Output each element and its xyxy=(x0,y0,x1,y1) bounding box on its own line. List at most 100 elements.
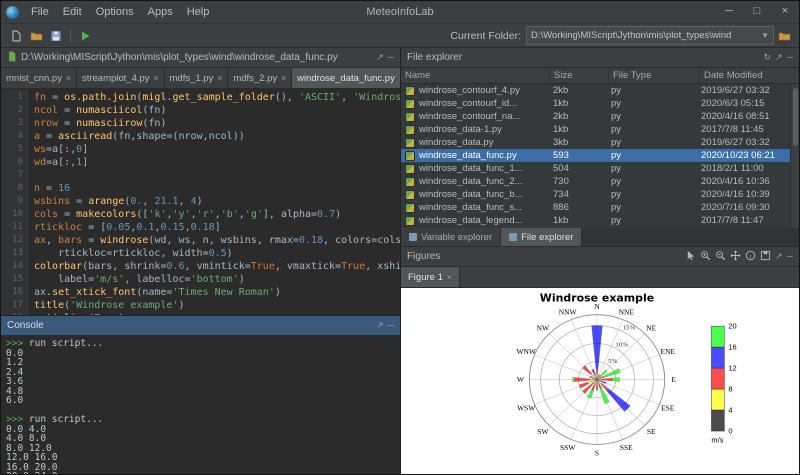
file-name: windrose_data-1.py xyxy=(419,124,502,135)
column-header-datemodified[interactable]: Date Modified xyxy=(700,68,799,83)
current-folder-combobox[interactable]: D:\Working\MIScript\Jython\mis\plot_type… xyxy=(526,26,774,45)
console-line: 6.0 xyxy=(6,396,395,406)
code-token: windrose xyxy=(100,235,148,246)
code-token: wsbins xyxy=(34,196,70,207)
pan-icon[interactable] xyxy=(730,250,741,263)
meteoinfolab-window: FileEditOptionsAppsHelp MeteoInfoLab ─ □… xyxy=(0,0,800,475)
window-controls: ─ □ × xyxy=(715,1,799,23)
float-panel-icon[interactable]: ↗ xyxy=(376,48,384,67)
zoom-out-icon[interactable] xyxy=(715,250,726,263)
code-token: True xyxy=(341,261,365,272)
file-table-row[interactable]: windrose_contourf_na...2kbpy2020/4/16 08… xyxy=(401,110,791,123)
editor-tab[interactable]: mdfs_2.py× xyxy=(228,68,292,88)
code-token: , vmintick= xyxy=(185,261,251,272)
chart-text: 4 xyxy=(728,406,732,415)
browse-folder-icon[interactable] xyxy=(775,27,793,45)
refresh-icon[interactable]: ↻ xyxy=(764,48,772,67)
menu-edit[interactable]: Edit xyxy=(56,1,89,23)
file-table-scrollbar[interactable] xyxy=(790,84,799,228)
python-file-icon xyxy=(405,86,415,96)
code-editor[interactable]: 123456789101112131415161718 fn = os.path… xyxy=(1,89,400,315)
file-table-row[interactable]: windrose_data.py3kbpy2019/6/27 03:32 xyxy=(401,136,791,149)
tab-close-icon[interactable]: × xyxy=(281,73,286,83)
file-table-row[interactable]: windrose_contourf_id...1kbpy2020/6/3 05:… xyxy=(401,97,791,110)
code-token: , vmaxtick= xyxy=(275,261,341,272)
code-token: = xyxy=(40,183,58,194)
minimize-panel-icon[interactable]: ─ xyxy=(388,316,394,335)
minimize-panel-icon[interactable]: ─ xyxy=(787,48,793,67)
figure-canvas[interactable]: Windrose exampleNNNENEENEEESESESSESSSWSW… xyxy=(401,288,799,474)
save-figure-icon[interactable] xyxy=(760,250,771,263)
code-token: set_xtick_font xyxy=(52,287,136,298)
zoom-in-icon[interactable] xyxy=(700,250,711,263)
tab-close-icon[interactable]: × xyxy=(447,272,452,282)
editor-tab[interactable]: windrose_data_func.py× xyxy=(292,68,400,88)
file-table-row[interactable]: windrose_data_func_2...730py2020/4/16 10… xyxy=(401,175,791,188)
minimize-panel-icon[interactable]: ─ xyxy=(787,247,793,266)
tab-icon xyxy=(409,233,417,241)
editor-tab[interactable]: mdfs_1.py× xyxy=(165,68,229,88)
menu-apps[interactable]: Apps xyxy=(141,1,180,23)
menu-file[interactable]: File xyxy=(24,1,56,23)
tab-close-icon[interactable]: × xyxy=(66,73,71,83)
editor-tab[interactable]: streamplot_4.py× xyxy=(77,68,165,88)
file-table-row[interactable]: windrose_data_func_b...734py2020/4/16 10… xyxy=(401,188,791,201)
minimize-panel-icon[interactable]: ─ xyxy=(388,48,394,67)
line-number: 15 xyxy=(1,273,23,286)
column-header-name[interactable]: Name xyxy=(401,68,550,83)
main-toolbar: Current Folder: D:\Working\MIScript\Jyth… xyxy=(1,24,799,48)
editor-tab[interactable]: mnist_cnn.py× xyxy=(1,68,77,88)
code-line: ws=a[:,0] xyxy=(34,143,400,156)
tab-close-icon[interactable]: × xyxy=(154,73,159,83)
code-token: 21.1 xyxy=(154,196,178,207)
line-number: 16 xyxy=(1,286,23,299)
file-name-cell: windrose_data.py xyxy=(401,137,549,148)
file-table-row[interactable]: windrose_data-1.py1kbpy2017/7/8 11:45 xyxy=(401,123,791,136)
line-number: 7 xyxy=(1,169,23,182)
column-header-size[interactable]: Size xyxy=(550,68,609,83)
editor-code[interactable]: fn = os.path.join(migl.get_sample_folder… xyxy=(28,89,400,315)
console-output[interactable]: >>> run script...0.01.22.43.64.86.0 >>> … xyxy=(1,336,400,474)
identify-icon[interactable]: i xyxy=(745,250,756,263)
close-button[interactable]: × xyxy=(771,1,799,23)
figure-tabbar: Figure 1 × xyxy=(401,267,799,288)
code-token: nrow xyxy=(34,118,58,129)
float-panel-icon[interactable]: ↗ xyxy=(775,48,783,67)
tab-file-explorer[interactable]: File explorer xyxy=(501,228,582,246)
float-panel-icon[interactable]: ↗ xyxy=(775,247,783,266)
file-table-row[interactable]: windrose_data_legend...1kbpy2017/7/8 11:… xyxy=(401,214,791,227)
code-token: ] xyxy=(82,157,88,168)
menu-help[interactable]: Help xyxy=(180,1,217,23)
new-file-icon[interactable] xyxy=(7,27,25,45)
file-name: windrose_data_func_s... xyxy=(419,202,522,213)
open-folder-icon[interactable] xyxy=(27,27,45,45)
python-file-icon xyxy=(405,112,415,122)
run-script-icon[interactable] xyxy=(76,27,94,45)
file-table-row[interactable]: windrose_data_func.py593py2020/10/23 06:… xyxy=(401,149,791,162)
file-table-row[interactable]: windrose_data_func_s...886py2020/7/16 09… xyxy=(401,201,791,214)
tab-close-icon[interactable]: × xyxy=(217,73,222,83)
float-panel-icon[interactable]: ↗ xyxy=(376,316,384,335)
code-line: title('Windrose example') xyxy=(34,299,400,312)
file-table-row[interactable]: windrose_data_legen...1kbpy2017/7/8 11:4… xyxy=(401,227,791,228)
file-table-row[interactable]: windrose_data_func_1...504py2018/2/1 11:… xyxy=(401,162,791,175)
file-name-cell: windrose_data_func_2... xyxy=(401,176,549,187)
scrollbar-thumb[interactable] xyxy=(793,88,798,146)
file-name-cell: windrose_data_legend... xyxy=(401,215,549,226)
file-name-cell: windrose_contourf_4.py xyxy=(401,85,549,96)
console-line: >>> run script... xyxy=(6,339,395,349)
menu-options[interactable]: Options xyxy=(89,1,141,23)
windrose-bar xyxy=(573,377,575,381)
tab-close-icon[interactable]: × xyxy=(399,73,400,83)
maximize-button[interactable]: □ xyxy=(743,1,771,23)
file-table-row[interactable]: windrose_contourf_4.py2kbpy2019/6/27 03:… xyxy=(401,84,791,97)
chevron-down-icon[interactable]: ▼ xyxy=(757,31,769,40)
pointer-icon[interactable] xyxy=(685,250,696,263)
figure-tab[interactable]: Figure 1 × xyxy=(401,267,460,287)
tab-variable-explorer[interactable]: Variable explorer xyxy=(401,228,501,246)
save-icon[interactable] xyxy=(47,27,65,45)
console-line: 16.0 20.0 xyxy=(6,463,395,473)
editor-tab-label: mdfs_1.py xyxy=(170,73,214,84)
column-header-filetype[interactable]: File Type xyxy=(609,68,700,83)
minimize-button[interactable]: ─ xyxy=(715,1,743,23)
